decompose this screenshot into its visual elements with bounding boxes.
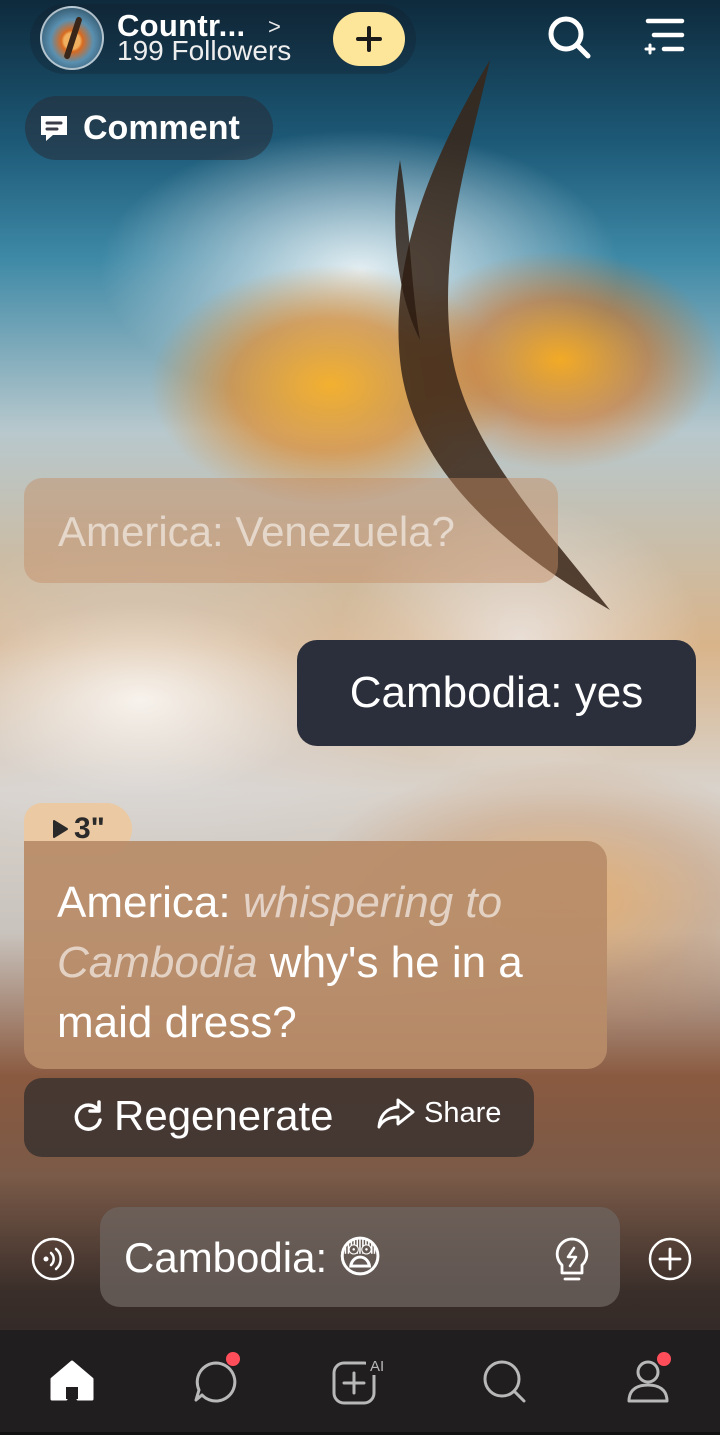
message-speaker: America:	[57, 878, 231, 927]
plus-icon	[356, 26, 382, 52]
comment-button[interactable]: Comment	[25, 96, 273, 160]
ai-badge-text: AI	[370, 1358, 384, 1375]
message-bubble-user[interactable]: Cambodia: yes	[297, 640, 696, 746]
comment-icon	[41, 116, 67, 141]
comment-label: Comment	[83, 108, 240, 147]
follow-button[interactable]	[333, 12, 405, 66]
add-icon[interactable]	[647, 1236, 693, 1282]
profile-notification-dot	[657, 1352, 671, 1366]
fearful-emoji: 😨	[337, 1233, 383, 1282]
lightbulb-icon[interactable]	[550, 1235, 594, 1285]
followers-count: 199 Followers	[117, 35, 292, 66]
message-input-value[interactable]: Cambodia: 😨	[124, 1232, 383, 1283]
input-text: Cambodia:	[124, 1233, 328, 1281]
share-button[interactable]: Share	[376, 1096, 501, 1130]
voice-input-icon[interactable]	[30, 1236, 76, 1282]
play-icon	[53, 820, 68, 838]
share-label: Share	[424, 1096, 502, 1129]
chat-notification-dot	[226, 1352, 240, 1366]
discover-icon[interactable]	[478, 1355, 530, 1407]
message-text: America: Venezuela?	[58, 508, 455, 555]
message-text: Cambodia: yes	[349, 668, 644, 717]
create-ai-icon[interactable]: AI	[330, 1355, 392, 1407]
regenerate-button[interactable]: Regenerate	[70, 1092, 334, 1140]
character-avatar[interactable]	[40, 6, 104, 70]
regenerate-label: Regenerate	[114, 1092, 334, 1139]
message-bubble-ai-latest[interactable]: America: whispering to Cambodia why's he…	[24, 841, 607, 1069]
refresh-icon	[74, 1100, 102, 1131]
home-icon[interactable]	[46, 1355, 98, 1407]
message-bubble-ai[interactable]: America: Venezuela?	[24, 478, 558, 583]
menu-icon[interactable]	[640, 12, 690, 62]
share-icon	[377, 1098, 415, 1129]
search-icon[interactable]	[544, 12, 594, 62]
